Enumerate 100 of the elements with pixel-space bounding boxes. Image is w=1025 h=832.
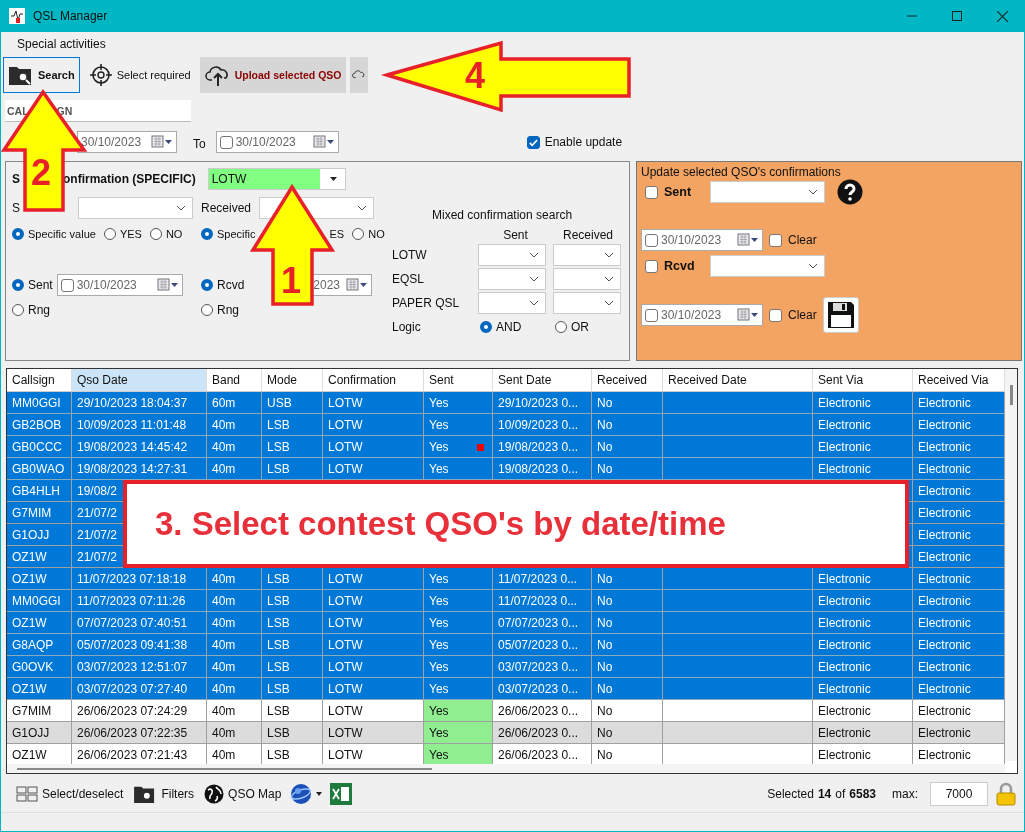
table-row[interactable]: MM0GGI 29/10/2023 18:04:37 60m USB LOTW Yes 29/10/2023 0... No Electronic Electronic <box>7 392 1005 414</box>
scrollbar-thumb[interactable] <box>17 767 432 770</box>
column-header[interactable]: Sent <box>424 369 493 391</box>
table-cell: 26/06/2023 07:21:43 <box>77 747 188 762</box>
column-label: Received <box>562 228 614 242</box>
dropdown[interactable]: LOTW <box>207 168 346 190</box>
row-label: PAPER QSL <box>392 296 461 310</box>
table-cell: Electronic <box>818 615 871 630</box>
radio-label: Rng <box>28 303 50 317</box>
table-cell: LOTW <box>328 747 363 762</box>
total-count: 6583 <box>849 787 876 801</box>
radio-label: OR <box>571 320 589 334</box>
table-row[interactable]: OZ1W 11/07/2023 07:18:18 40m LSB LOTW Yes 11/07/2023 0... No Electronic Electronic <box>7 568 1005 590</box>
table-cell: LSB <box>267 659 290 674</box>
save-button[interactable] <box>822 297 859 333</box>
table-cell: G1OJJ <box>12 527 50 542</box>
column-header[interactable]: Mode <box>262 369 323 391</box>
table-cell: No <box>597 659 613 674</box>
table-cell: 40m <box>212 615 236 630</box>
table-cell: G7MIM <box>12 703 52 718</box>
table-row[interactable]: G0OVK 03/07/2023 12:51:07 40m LSB LOTW Yes 03/07/2023 0... No Electronic Electronic <box>7 656 1005 678</box>
column-header[interactable]: Sent Date <box>493 369 592 391</box>
column-header[interactable]: Sent Via <box>813 369 913 391</box>
radio-button[interactable] <box>12 279 24 291</box>
radio-button[interactable] <box>555 321 567 333</box>
toolbar-button[interactable]: Filters <box>130 784 198 804</box>
radio-button[interactable] <box>12 228 24 240</box>
table-cell: OZ1W <box>12 615 47 630</box>
toolbar-button[interactable]: Select required <box>83 57 196 93</box>
table-cell: LSB <box>267 703 290 718</box>
table-row[interactable]: GB2BOB 10/09/2023 11:01:48 40m LSB LOTW Yes 10/09/2023 0... No Electronic Electronic <box>7 414 1005 436</box>
checkbox[interactable] <box>769 308 782 322</box>
column-header[interactable]: Band <box>207 369 262 391</box>
table-row[interactable]: OZ1W 03/07/2023 07:27:40 40m LSB LOTW Yes 03/07/2023 0... No Electronic Electronic <box>7 678 1005 700</box>
radio-button[interactable] <box>480 321 492 333</box>
menu-item[interactable]: Special activities <box>17 37 106 51</box>
table-cell: LSB <box>267 747 290 762</box>
table-cell: 19/08/2023 0... <box>498 461 579 476</box>
radio-button[interactable] <box>201 304 213 316</box>
table-cell: 21/07/2 <box>77 527 118 542</box>
checkbox[interactable] <box>769 233 782 247</box>
table-cell: Electronic <box>918 461 971 476</box>
table-cell: Yes <box>429 417 449 432</box>
radio-button[interactable] <box>201 228 213 240</box>
toolbar-button[interactable]: Select/deselect <box>13 786 127 802</box>
table-cell: Yes <box>429 747 449 762</box>
radio-button[interactable] <box>201 279 213 291</box>
step-number: 4 <box>465 58 486 94</box>
toolbar-button[interactable]: QSO Map <box>201 784 285 804</box>
cloud-button[interactable] <box>350 57 369 93</box>
toolbar-button[interactable]: Search <box>3 57 80 93</box>
maximize-icon[interactable] <box>952 11 962 21</box>
checkbox[interactable] <box>645 185 658 199</box>
help-icon[interactable] <box>837 179 863 205</box>
date-picker[interactable]: 30/10/2023 <box>77 131 177 153</box>
table-cell: 40m <box>212 747 236 762</box>
table-cell: No <box>597 615 613 630</box>
column-header[interactable]: Confirmation <box>323 369 424 391</box>
radio-button[interactable] <box>149 228 162 240</box>
date-picker[interactable]: 30/10/2023 <box>641 229 763 251</box>
column-header[interactable]: Received <box>592 369 663 391</box>
date-picker[interactable]: 30/10/2023 <box>641 304 763 326</box>
checkbox[interactable] <box>219 135 233 149</box>
table-row[interactable]: G8AQP 05/07/2023 09:41:38 40m LSB LOTW Yes 05/07/2023 0... No Electronic Electronic <box>7 634 1005 656</box>
lock-icon[interactable] <box>996 782 1016 806</box>
table-row[interactable]: MM0GGI 11/07/2023 07:11:26 40m LSB LOTW Yes 11/07/2023 0... No Electronic Electronic <box>7 590 1005 612</box>
radio-button[interactable] <box>103 228 116 240</box>
table-row[interactable]: G1OJJ 26/06/2023 07:22:35 40m LSB LOTW Yes 26/06/2023 0... No Electronic Electronic <box>7 722 1005 744</box>
table-cell: Electronic <box>918 417 971 432</box>
caret-icon <box>316 792 323 796</box>
row-label: LOTW <box>392 248 428 262</box>
table-cell: LOTW <box>328 659 363 674</box>
checkbox[interactable] <box>526 135 540 149</box>
radio-button[interactable] <box>352 228 365 240</box>
scrollbar-thumb[interactable] <box>1009 385 1013 405</box>
checkbox[interactable] <box>60 278 74 292</box>
date-picker[interactable]: 30/10/2023 <box>215 131 339 153</box>
checkbox[interactable] <box>645 233 658 247</box>
checkbox[interactable] <box>645 259 658 273</box>
placeholder-text: CAL <box>7 104 29 117</box>
column-header[interactable]: Qso Date <box>72 369 207 391</box>
table-cell: 03/07/2023 0... <box>498 659 579 674</box>
table-cell: Electronic <box>918 703 971 718</box>
table-cell: 26/06/2023 07:22:35 <box>77 725 188 740</box>
table-row[interactable]: OZ1W 07/07/2023 07:40:51 40m LSB LOTW Yes 07/07/2023 0... No Electronic Electronic <box>7 612 1005 634</box>
table-row[interactable]: GB0WAO 19/08/2023 14:27:31 40m LSB LOTW Yes 19/08/2023 0... No Electronic Electronic <box>7 458 1005 480</box>
max-field[interactable]: 7000 <box>930 782 988 806</box>
table-cell: Yes <box>429 637 449 652</box>
toolbar-button[interactable]: Upload selected QSO <box>199 57 347 93</box>
column-header[interactable]: Received Date <box>663 369 813 391</box>
checkbox[interactable] <box>645 308 658 322</box>
spreadsheet-button[interactable] <box>328 783 355 805</box>
radio-button[interactable] <box>12 304 24 316</box>
table-cell: 11/07/2023 0... <box>498 593 578 608</box>
close-icon[interactable] <box>997 10 1008 22</box>
calendar-icon <box>346 278 369 292</box>
table-cell: GB0WAO <box>12 461 65 476</box>
date-picker[interactable]: 30/10/2023 <box>56 274 183 296</box>
earth-button[interactable] <box>288 783 325 805</box>
table-row[interactable]: GB0CCC 19/08/2023 14:45:42 40m LSB LOTW Yes 19/08/2023 0... No Electronic Electronic <box>7 436 1005 458</box>
